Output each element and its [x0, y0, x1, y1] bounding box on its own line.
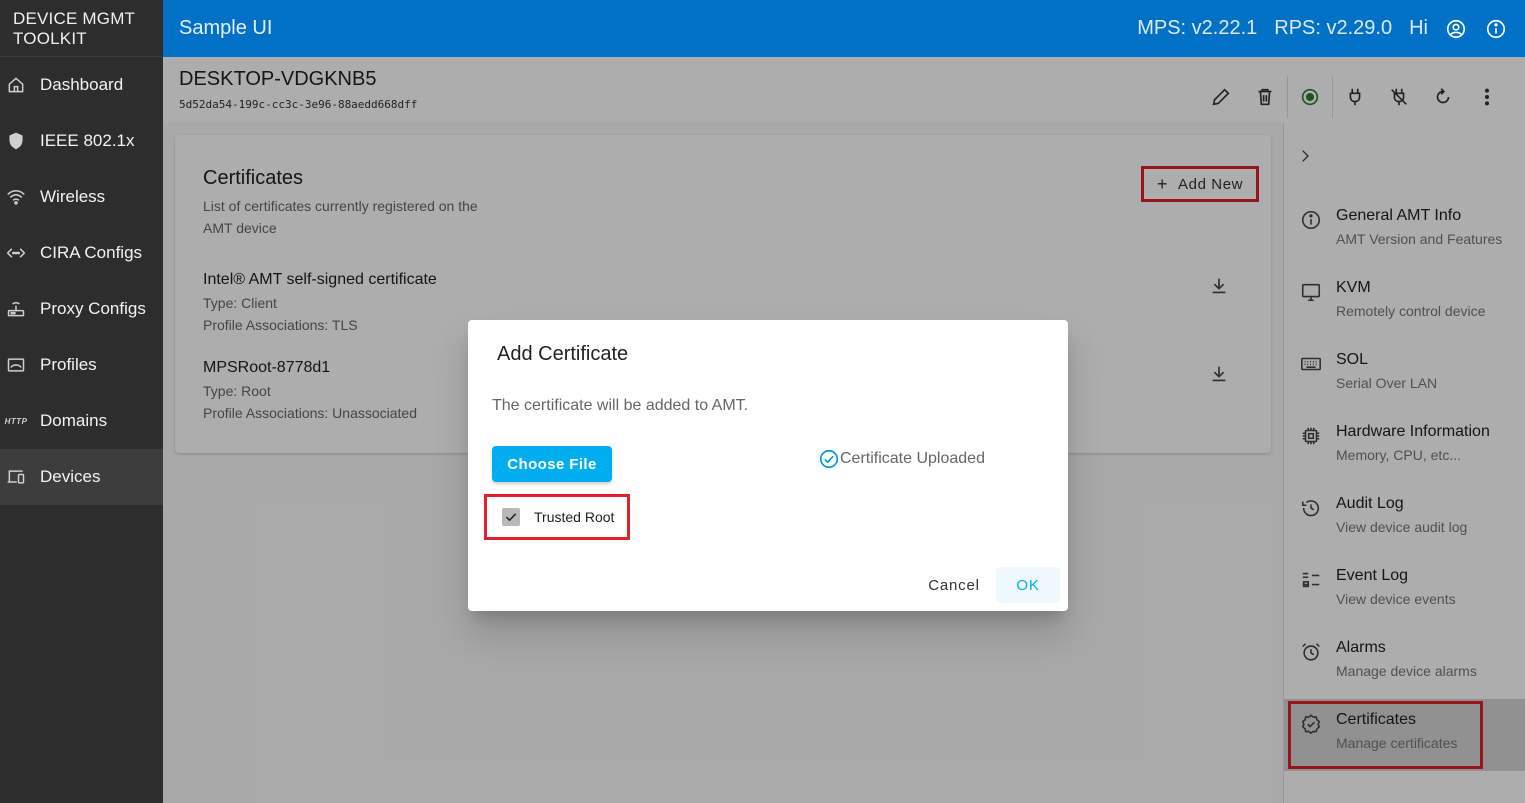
devices-icon: [5, 466, 27, 488]
sidebar-item-wireless[interactable]: Wireless: [0, 169, 163, 225]
sidebar-item-ieee[interactable]: IEEE 802.1x: [0, 113, 163, 169]
sidebar: DEVICE MGMT TOOLKIT Dashboard IEEE 802.1…: [0, 0, 163, 803]
checkmark-icon: [505, 513, 517, 522]
brand-logo: DEVICE MGMT TOOLKIT: [0, 0, 163, 57]
trusted-root-checkbox[interactable]: Trusted Root: [484, 494, 630, 540]
sidebar-item-dashboard[interactable]: Dashboard: [0, 57, 163, 113]
ok-button[interactable]: OK: [996, 567, 1060, 603]
wifi-icon: [5, 186, 27, 208]
mps-version: MPS: v2.22.1: [1137, 17, 1258, 39]
checkbox[interactable]: [502, 508, 520, 526]
dialog-title: Add Certificate: [497, 343, 629, 365]
info-icon[interactable]: [1485, 18, 1507, 40]
sidebar-item-proxy-configs[interactable]: Proxy Configs: [0, 281, 163, 337]
app-title: Sample UI: [179, 17, 273, 39]
sidebar-item-profiles[interactable]: Profiles: [0, 337, 163, 393]
choose-file-button[interactable]: Choose File: [492, 446, 612, 482]
add-certificate-dialog: Add Certificate The certificate will be …: [468, 320, 1068, 611]
cancel-button[interactable]: Cancel: [918, 567, 990, 603]
profile-icon: [5, 354, 27, 376]
home-icon: [5, 74, 27, 96]
sidebar-item-domains[interactable]: HTTP Domains: [0, 393, 163, 449]
rps-version: RPS: v2.29.0: [1274, 17, 1393, 39]
top-app-bar: Sample UI MPS: v2.22.1 RPS: v2.29.0 Hi: [163, 0, 1525, 57]
greeting: Hi: [1409, 17, 1428, 39]
http-icon: HTTP: [4, 416, 28, 426]
router-icon: [5, 298, 27, 320]
account-icon[interactable]: [1445, 18, 1467, 40]
check-circle-icon: [819, 449, 839, 469]
upload-status: Certificate Uploaded: [818, 448, 985, 470]
sidebar-item-devices[interactable]: Devices: [0, 449, 163, 505]
sidebar-item-cira-configs[interactable]: CIRA Configs: [0, 225, 163, 281]
dialog-message: The certificate will be added to AMT.: [492, 397, 749, 414]
code-arrows-icon: [5, 242, 27, 264]
shield-icon: [5, 130, 27, 152]
